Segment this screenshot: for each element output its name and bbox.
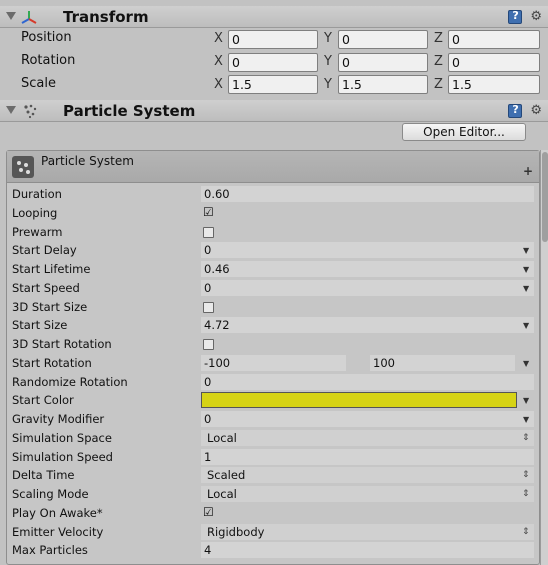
start-delay-label: Start Delay — [12, 243, 77, 257]
axis-y-label[interactable]: Y — [324, 77, 332, 92]
scale-y-field[interactable]: 1.5 — [338, 75, 428, 94]
emitter-velocity-dropdown[interactable]: Rigidbody — [201, 524, 534, 540]
particle-module-icon — [12, 156, 34, 178]
simulation-speed-label: Simulation Speed — [12, 450, 113, 464]
start-rotation-max-field[interactable]: 100 — [370, 355, 515, 371]
rotation-z-field[interactable]: 0 — [448, 53, 540, 72]
delta-time-label: Delta Time — [12, 468, 75, 482]
foldout-arrow-icon[interactable] — [6, 12, 16, 20]
3d-start-rotation-checkbox[interactable] — [203, 339, 214, 350]
scrollbar[interactable] — [540, 150, 548, 565]
rotation-x-field[interactable]: 0 — [228, 53, 318, 72]
scale-label: Scale — [21, 76, 56, 91]
play-on-awake-label: Play On Awake* — [12, 506, 103, 520]
chevron-down-icon[interactable]: ▼ — [523, 284, 529, 293]
start-lifetime-label: Start Lifetime — [12, 262, 91, 276]
scaling-mode-label: Scaling Mode — [12, 487, 89, 501]
dropdown-arrows-icon[interactable]: ⇕ — [522, 527, 530, 537]
axis-x-label[interactable]: X — [214, 54, 223, 69]
chevron-down-icon[interactable]: ▼ — [523, 321, 529, 330]
start-delay-field[interactable]: 0 — [201, 242, 534, 258]
max-particles-field[interactable]: 4 — [201, 542, 534, 558]
rotation-label: Rotation — [21, 53, 76, 68]
chevron-down-icon[interactable]: ▼ — [523, 415, 529, 424]
start-color-label: Start Color — [12, 393, 74, 407]
randomize-rotation-label: Randomize Rotation — [12, 375, 128, 389]
start-size-label: Start Size — [12, 318, 68, 332]
open-editor-button[interactable]: Open Editor... — [402, 123, 526, 141]
help-book-icon[interactable] — [508, 9, 523, 24]
emitter-velocity-label: Emitter Velocity — [12, 525, 104, 539]
3d-start-rotation-label: 3D Start Rotation — [12, 337, 112, 351]
scale-z-field[interactable]: 1.5 — [448, 75, 540, 94]
axis-y-label[interactable]: Y — [324, 31, 332, 46]
position-y-field[interactable]: 0 — [338, 30, 428, 49]
rotation-y-field[interactable]: 0 — [338, 53, 428, 72]
simulation-speed-field[interactable]: 1 — [201, 449, 534, 465]
help-book-icon[interactable] — [508, 103, 523, 118]
position-z-field[interactable]: 0 — [448, 30, 540, 49]
axis-x-label[interactable]: X — [214, 31, 223, 46]
start-rotation-label: Start Rotation — [12, 356, 92, 370]
3d-start-size-label: 3D Start Size — [12, 300, 88, 314]
gear-icon[interactable]: ⚙ — [530, 10, 542, 24]
scale-x-field[interactable]: 1.5 — [228, 75, 318, 94]
scrollbar-thumb[interactable] — [542, 152, 548, 242]
gravity-modifier-label: Gravity Modifier — [12, 412, 105, 426]
scaling-mode-dropdown[interactable]: Local — [201, 486, 534, 502]
play-on-awake-checkbox[interactable]: ☑ — [203, 506, 214, 518]
chevron-down-icon[interactable]: ▼ — [523, 265, 529, 274]
particle-system-title: Particle System — [63, 102, 196, 120]
transform-title: Transform — [63, 8, 149, 26]
particle-system-header[interactable]: Particle System ⚙ — [0, 100, 548, 122]
axis-z-label[interactable]: Z — [434, 31, 443, 46]
dropdown-arrows-icon[interactable]: ⇕ — [522, 433, 530, 443]
add-icon[interactable]: + — [523, 164, 533, 178]
dropdown-arrows-icon[interactable]: ⇕ — [522, 470, 530, 480]
transform-axes-icon — [21, 11, 37, 24]
prewarm-label: Prewarm — [12, 225, 63, 239]
chevron-down-icon[interactable]: ▼ — [523, 359, 529, 368]
duration-label: Duration — [12, 187, 62, 201]
start-lifetime-field[interactable]: 0.46 — [201, 261, 534, 277]
chevron-down-icon[interactable]: ▼ — [523, 396, 529, 405]
looping-checkbox[interactable]: ☑ — [203, 206, 214, 218]
start-rotation-min-field[interactable]: -100 — [201, 355, 346, 371]
max-particles-label: Max Particles — [12, 543, 88, 557]
particle-system-icon — [24, 104, 37, 119]
module-title-bar[interactable]: Particle System + — [7, 151, 539, 183]
randomize-rotation-field[interactable]: 0 — [201, 374, 534, 390]
module-title: Particle System — [41, 154, 134, 168]
axis-z-label[interactable]: Z — [434, 54, 443, 69]
prewarm-checkbox[interactable] — [203, 227, 214, 238]
simulation-space-dropdown[interactable]: Local — [201, 430, 534, 446]
simulation-space-label: Simulation Space — [12, 431, 112, 445]
transform-header[interactable]: Transform ⚙ — [0, 6, 548, 28]
start-speed-label: Start Speed — [12, 281, 80, 295]
foldout-arrow-icon[interactable] — [6, 106, 16, 114]
axis-y-label[interactable]: Y — [324, 54, 332, 69]
chevron-down-icon[interactable]: ▼ — [523, 246, 529, 255]
start-speed-field[interactable]: 0 — [201, 280, 534, 296]
gear-icon[interactable]: ⚙ — [530, 104, 542, 118]
position-label: Position — [21, 30, 72, 45]
position-x-field[interactable]: 0 — [228, 30, 318, 49]
delta-time-dropdown[interactable]: Scaled — [201, 467, 534, 483]
3d-start-size-checkbox[interactable] — [203, 302, 214, 313]
looping-label: Looping — [12, 206, 58, 220]
start-color-swatch[interactable] — [201, 392, 517, 408]
dropdown-arrows-icon[interactable]: ⇕ — [522, 489, 530, 499]
axis-x-label[interactable]: X — [214, 77, 223, 92]
inspector-panel: Transform ⚙ Position X 0 Y 0 Z 0 Rotatio… — [0, 0, 548, 565]
start-size-field[interactable]: 4.72 — [201, 317, 534, 333]
duration-field[interactable]: 0.60 — [201, 186, 534, 202]
axis-z-label[interactable]: Z — [434, 77, 443, 92]
gravity-modifier-field[interactable]: 0 — [201, 411, 534, 427]
